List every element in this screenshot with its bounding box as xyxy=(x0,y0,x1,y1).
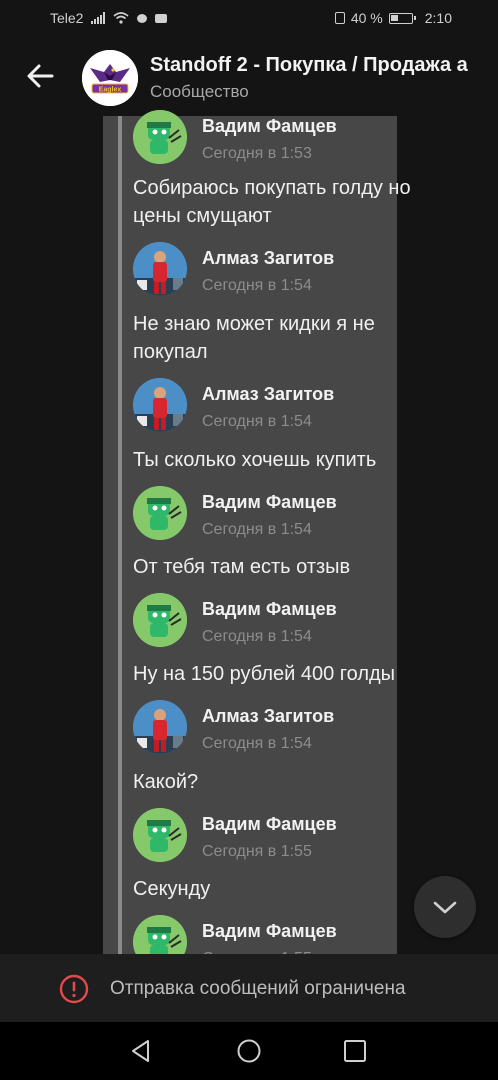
triangle-back-icon[interactable] xyxy=(128,1038,154,1064)
author-name[interactable]: Алмаз Загитов xyxy=(202,383,334,405)
message-meta: Вадим Фамцев Сегодня в 1:55 xyxy=(202,808,337,863)
message-text: От тебя там есть отзыв xyxy=(133,556,351,578)
author-name[interactable]: Вадим Фамцев xyxy=(202,491,337,513)
author-name[interactable]: Вадим Фамцев xyxy=(202,920,337,942)
message-author-block: Алмаз Загитов Сегодня в 1:54 xyxy=(133,242,334,297)
message-meta: Алмаз Загитов Сегодня в 1:54 xyxy=(202,378,334,433)
message-timestamp: Сегодня в 1:54 xyxy=(202,521,312,538)
wifi-icon xyxy=(113,12,129,24)
message-timestamp: Сегодня в 1:55 xyxy=(202,843,312,860)
arrow-left-icon[interactable] xyxy=(22,58,58,94)
community-title[interactable]: Standoff 2 - Покупка / Продажа а xyxy=(150,54,490,77)
status-bar: Tele2 40 % 2:10 xyxy=(0,0,498,38)
carrier-label: Tele2 xyxy=(50,10,84,26)
message-timestamp: Сегодня в 1:54 xyxy=(202,628,312,645)
message-author[interactable]: Алмаз Загитов Сегодня в 1:54 xyxy=(133,700,334,755)
message-text: Ну на 150 рублей 400 голды xyxy=(133,663,396,685)
chevron-down-icon xyxy=(433,901,457,914)
message-text: Не знаю может кидки я не покупал xyxy=(133,313,375,363)
logo-text: Eaglex xyxy=(99,87,122,94)
gamepad-icon xyxy=(155,13,168,23)
system-nav-bar xyxy=(0,1022,498,1080)
chat-header: Eaglex Standoff 2 - Покупка / Продажа а … xyxy=(0,38,498,116)
community-subtitle: Сообщество xyxy=(150,82,249,101)
chat-notification-icon xyxy=(137,13,148,23)
eagle-logo-icon: Eaglex xyxy=(82,50,138,106)
message-author[interactable]: Вадим Фамцев Сегодня в 1:55 xyxy=(133,808,337,863)
battery-icon xyxy=(388,12,416,24)
clock: 2:10 xyxy=(424,10,452,26)
message-timestamp: Сегодня в 1:54 xyxy=(202,735,312,752)
message-author[interactable]: Алмаз Загитов Сегодня в 1:54 xyxy=(133,242,334,297)
message-meta: Вадим Фамцев Сегодня в 1:54 xyxy=(202,486,337,541)
green-character-avatar[interactable] xyxy=(133,593,187,647)
message-meta: Алмаз Загитов Сегодня в 1:54 xyxy=(202,700,334,755)
message-author[interactable]: Вадим Фамцев Сегодня в 1:54 xyxy=(133,593,337,648)
message-timestamp: Сегодня в 1:54 xyxy=(202,277,312,294)
person-photo-avatar[interactable] xyxy=(133,700,187,754)
quote-bar xyxy=(118,116,122,954)
square-recent-icon[interactable] xyxy=(342,1038,368,1064)
message-text: Секунду xyxy=(133,878,211,900)
green-character-avatar[interactable] xyxy=(133,808,187,862)
green-character-avatar[interactable] xyxy=(133,486,187,540)
message-author-block: Вадим Фамцев Сегодня в 1:55 xyxy=(133,808,337,863)
vibrate-icon xyxy=(334,12,345,24)
battery-percent: 40 % xyxy=(350,10,383,26)
message-author[interactable]: Вадим Фамцев Сегодня в 1:54 xyxy=(133,486,337,541)
message-author-block: Алмаз Загитов Сегодня в 1:54 xyxy=(133,378,334,433)
message-meta: Вадим Фамцев Сегодня в 1:53 xyxy=(202,110,337,165)
alert-circle-icon xyxy=(59,974,89,1004)
restriction-label: Отправка сообщений ограничена xyxy=(110,978,406,999)
signal-icon xyxy=(91,12,106,24)
message-text: Ты сколько хочешь купить xyxy=(133,449,377,471)
circle-home-icon[interactable] xyxy=(236,1038,262,1064)
author-name[interactable]: Вадим Фамцев xyxy=(202,598,337,620)
message-text: Какой? xyxy=(133,771,199,793)
author-name[interactable]: Алмаз Загитов xyxy=(202,247,334,269)
scroll-down-button[interactable] xyxy=(414,876,476,938)
author-name[interactable]: Вадим Фамцев xyxy=(202,115,337,137)
message-timestamp: Сегодня в 1:54 xyxy=(202,413,312,430)
author-name[interactable]: Алмаз Загитов xyxy=(202,705,334,727)
message-author-block: Вадим Фамцев Сегодня в 1:54 xyxy=(133,593,337,648)
green-character-avatar[interactable] xyxy=(133,110,187,164)
message-author-block: Алмаз Загитов Сегодня в 1:54 xyxy=(133,700,334,755)
community-avatar[interactable]: Eaglex xyxy=(82,50,138,106)
person-photo-avatar[interactable] xyxy=(133,242,187,296)
person-photo-avatar[interactable] xyxy=(133,378,187,432)
message-text: Собираюсь покупать голду но цены смущают xyxy=(133,177,411,227)
message-timestamp: Сегодня в 1:53 xyxy=(202,145,312,162)
message-author[interactable]: Вадим Фамцев Сегодня в 1:53 xyxy=(133,110,337,165)
message-meta: Вадим Фамцев Сегодня в 1:54 xyxy=(202,593,337,648)
message-meta: Алмаз Загитов Сегодня в 1:54 xyxy=(202,242,334,297)
message-author-block: Вадим Фамцев Сегодня в 1:53 xyxy=(133,110,337,165)
message-author[interactable]: Алмаз Загитов Сегодня в 1:54 xyxy=(133,378,334,433)
message-restriction-bar: Отправка сообщений ограничена xyxy=(0,954,498,1022)
author-name[interactable]: Вадим Фамцев xyxy=(202,813,337,835)
message-author-block: Вадим Фамцев Сегодня в 1:54 xyxy=(133,486,337,541)
